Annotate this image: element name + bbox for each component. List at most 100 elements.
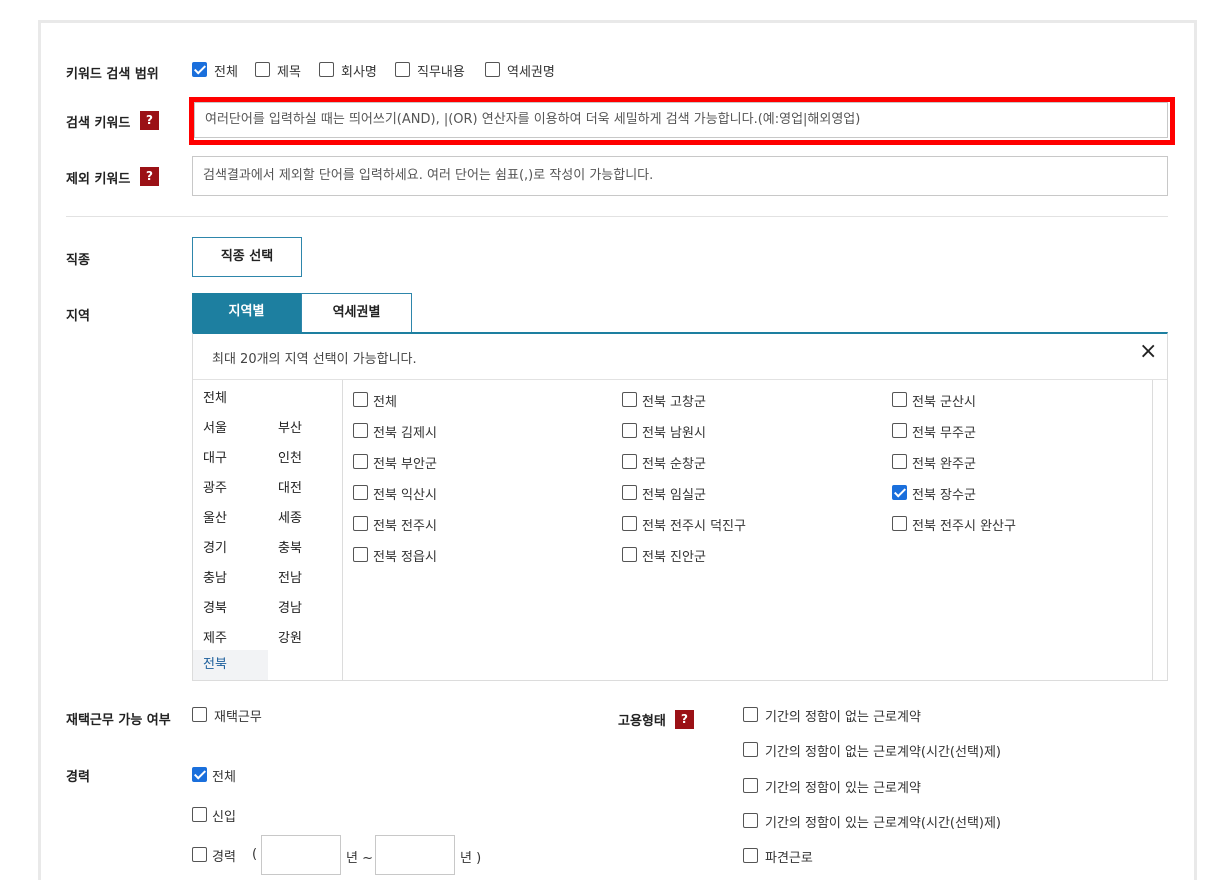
employment-type-label: 고용형태 bbox=[618, 714, 666, 729]
district-checkbox[interactable] bbox=[892, 516, 907, 531]
district-label: 전북 익산시 bbox=[373, 488, 437, 503]
district-checkbox[interactable] bbox=[892, 485, 907, 500]
keyword-scope-option-label: 직무내용 bbox=[417, 65, 465, 80]
career-year-from-input[interactable] bbox=[261, 835, 341, 875]
district-checkbox[interactable] bbox=[353, 516, 368, 531]
employment-type-checkbox[interactable] bbox=[743, 707, 758, 722]
close-icon[interactable]: × bbox=[1139, 340, 1157, 364]
district-label: 전북 전주시 완산구 bbox=[912, 519, 1016, 534]
province-item[interactable]: 충남 bbox=[203, 567, 227, 586]
district-checkbox[interactable] bbox=[622, 392, 637, 407]
district-label: 전북 고창군 bbox=[642, 395, 706, 410]
district-label: 전북 장수군 bbox=[912, 488, 976, 503]
keyword-scope-option-label: 역세권명 bbox=[507, 65, 555, 80]
district-label: 전북 임실군 bbox=[642, 488, 706, 503]
tab-station-area[interactable]: 역세권별 bbox=[301, 293, 412, 332]
career-checkbox[interactable] bbox=[192, 847, 207, 862]
employment-type-checkbox[interactable] bbox=[743, 813, 758, 828]
province-item[interactable]: 세종 bbox=[278, 507, 302, 526]
career-year-to-input[interactable] bbox=[375, 835, 455, 875]
district-label: 전북 남원시 bbox=[642, 426, 706, 441]
exclude-keyword-input[interactable]: 검색결과에서 제외할 단어를 입력하세요. 여러 단어는 쉼표(,)로 작성이 … bbox=[192, 156, 1168, 196]
district-label: 전체 bbox=[373, 395, 397, 410]
district-checkbox[interactable] bbox=[892, 392, 907, 407]
province-item[interactable]: 부산 bbox=[278, 417, 302, 436]
remote-work-checkbox[interactable] bbox=[192, 707, 207, 722]
employment-type-help-icon[interactable]: ? bbox=[675, 710, 694, 729]
province-item[interactable]: 서울 bbox=[203, 417, 227, 436]
district-checkbox[interactable] bbox=[353, 423, 368, 438]
employment-type-option-label: 기간의 정함이 있는 근로계약 bbox=[765, 781, 921, 796]
career-option-label: 신입 bbox=[212, 810, 236, 825]
province-item[interactable]: 인천 bbox=[278, 447, 302, 466]
remote-work-option-label: 재택근무 bbox=[214, 710, 262, 725]
province-item[interactable]: 강원 bbox=[278, 627, 302, 646]
employment-type-option-label: 기간의 정함이 없는 근로계약 bbox=[765, 710, 921, 725]
province-item[interactable]: 전남 bbox=[278, 567, 302, 586]
district-list-scrollbar[interactable] bbox=[1152, 380, 1153, 680]
keyword-scope-option-label: 제목 bbox=[277, 65, 301, 80]
exclude-keyword-help-icon[interactable]: ? bbox=[140, 167, 159, 186]
province-item[interactable]: 제주 bbox=[203, 627, 227, 646]
province-item[interactable]: 경남 bbox=[278, 597, 302, 616]
district-label: 전북 전주시 덕진구 bbox=[642, 519, 746, 534]
employment-type-checkbox[interactable] bbox=[743, 848, 758, 863]
district-checkbox[interactable] bbox=[622, 423, 637, 438]
district-label: 전북 진안군 bbox=[642, 550, 706, 565]
district-label: 전북 순창군 bbox=[642, 457, 706, 472]
province-item[interactable]: 대전 bbox=[278, 477, 302, 496]
employment-type-option-label: 파견근로 bbox=[765, 851, 813, 866]
job-type-select-button[interactable]: 직종 선택 bbox=[192, 237, 302, 277]
job-type-label: 직종 bbox=[66, 253, 90, 268]
career-checkbox[interactable] bbox=[192, 767, 207, 782]
employment-type-checkbox[interactable] bbox=[743, 742, 758, 757]
district-label: 전북 군산시 bbox=[912, 395, 976, 410]
career-option-label: 전체 bbox=[212, 770, 236, 785]
district-label: 전북 김제시 bbox=[373, 426, 437, 441]
career-label: 경력 bbox=[66, 770, 90, 785]
region-column-divider bbox=[342, 380, 343, 680]
keyword-scope-checkbox[interactable] bbox=[319, 62, 334, 77]
keyword-scope-checkbox[interactable] bbox=[192, 62, 207, 77]
career-open-paren: ( bbox=[252, 847, 258, 862]
region-label: 지역 bbox=[66, 309, 90, 324]
district-label: 전북 전주시 bbox=[373, 519, 437, 534]
district-checkbox[interactable] bbox=[353, 485, 368, 500]
search-keyword-help-icon[interactable]: ? bbox=[140, 111, 159, 130]
district-checkbox[interactable] bbox=[622, 454, 637, 469]
district-checkbox[interactable] bbox=[622, 485, 637, 500]
district-checkbox[interactable] bbox=[622, 547, 637, 562]
exclude-keyword-label: 제외 키워드 bbox=[66, 172, 131, 187]
keyword-scope-checkbox[interactable] bbox=[485, 62, 500, 77]
province-item[interactable]: 경기 bbox=[203, 537, 227, 556]
career-year-from-suffix: 년 ~ bbox=[346, 851, 373, 866]
section-divider bbox=[66, 216, 1168, 217]
province-item[interactable]: 경북 bbox=[203, 597, 227, 616]
province-item[interactable]: 광주 bbox=[203, 477, 227, 496]
tab-region[interactable]: 지역별 bbox=[192, 293, 301, 332]
province-item[interactable]: 전체 bbox=[203, 387, 227, 406]
keyword-scope-checkbox[interactable] bbox=[395, 62, 410, 77]
district-label: 전북 무주군 bbox=[912, 426, 976, 441]
career-checkbox[interactable] bbox=[192, 807, 207, 822]
district-checkbox[interactable] bbox=[892, 454, 907, 469]
district-checkbox[interactable] bbox=[892, 423, 907, 438]
keyword-scope-option-label: 전체 bbox=[214, 65, 238, 80]
district-label: 전북 완주군 bbox=[912, 457, 976, 472]
career-option-label: 경력 bbox=[212, 850, 236, 865]
province-item[interactable]: 대구 bbox=[203, 447, 227, 466]
employment-type-checkbox[interactable] bbox=[743, 778, 758, 793]
district-checkbox[interactable] bbox=[353, 454, 368, 469]
district-checkbox[interactable] bbox=[622, 516, 637, 531]
province-item[interactable]: 충북 bbox=[278, 537, 302, 556]
province-item[interactable]: 울산 bbox=[203, 507, 227, 526]
region-notice: 최대 20개의 지역 선택이 가능합니다. bbox=[212, 352, 417, 367]
district-checkbox[interactable] bbox=[353, 392, 368, 407]
search-keyword-input[interactable]: 여러단어를 입력하실 때는 띄어쓰기(AND), |(OR) 연산자를 이용하여… bbox=[194, 102, 1168, 138]
province-item-selected[interactable]: 전북 bbox=[193, 650, 268, 680]
keyword-scope-checkbox[interactable] bbox=[255, 62, 270, 77]
district-checkbox[interactable] bbox=[353, 547, 368, 562]
career-year-to-suffix: 년 ) bbox=[460, 851, 482, 866]
employment-type-option-label: 기간의 정함이 있는 근로계약(시간(선택)제) bbox=[765, 816, 1002, 831]
region-header-divider bbox=[193, 379, 1167, 380]
